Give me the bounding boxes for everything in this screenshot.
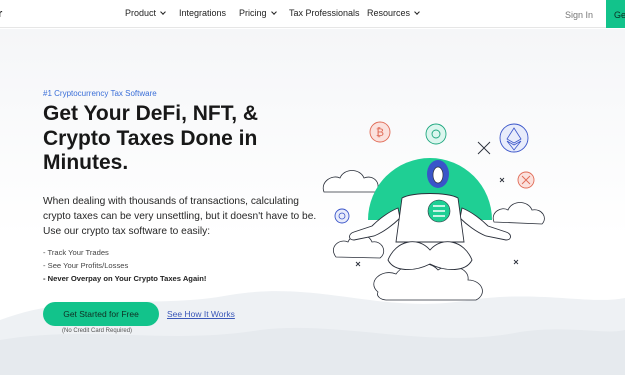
logo[interactable]: r: [0, 8, 2, 20]
nav-item-resources[interactable]: Resources: [367, 8, 420, 18]
meditating-person-illustration: ₿: [322, 121, 545, 301]
nav-item-label: Resources: [367, 8, 411, 18]
face: [432, 166, 444, 184]
feature-item: - Never Overpay on Your Crypto Taxes Aga…: [43, 274, 207, 283]
nav-item-tax-professionals[interactable]: Tax Professionals: [289, 8, 360, 18]
chevron-down-icon: [414, 8, 420, 15]
no-credit-card-note: (No Credit Card Required): [62, 328, 133, 334]
cloud-icon: [322, 170, 379, 193]
hero-headline: Get Your DeFi, NFT, & Crypto Taxes Done …: [43, 102, 259, 174]
ethereum-coin-icon: [499, 123, 529, 153]
nav-item-integrations[interactable]: Integrations: [179, 8, 226, 18]
sign-in-link[interactable]: Sign In: [565, 10, 593, 20]
nav-item-label: Tax Professionals: [289, 8, 360, 18]
crypto-badge-icon: [427, 199, 451, 223]
nav-item-pricing[interactable]: Pricing: [239, 8, 277, 18]
feature-item: - Track Your Trades: [43, 248, 109, 257]
chevron-down-icon: [160, 8, 166, 15]
svg-text:₿: ₿: [376, 127, 384, 139]
top-navigation: r Product Integrations Pricing Tax Profe…: [0, 0, 625, 28]
nav-item-label: Pricing: [239, 8, 267, 18]
cloud-icon: [373, 262, 483, 301]
nav-item-product[interactable]: Product: [125, 8, 166, 18]
get-started-nav-button[interactable]: Ge: [606, 0, 625, 28]
nav-item-label: Integrations: [179, 8, 227, 18]
chevron-down-icon: [270, 8, 277, 15]
cloud-icon: [492, 202, 545, 225]
hero-description: When dealing with thousands of transacti…: [43, 196, 317, 238]
bitcoin-coin-icon: ₿: [369, 121, 391, 143]
see-how-it-works-link[interactable]: See How It Works: [167, 309, 235, 319]
hero-tagline: #1 Cryptocurrency Tax Software: [43, 89, 157, 98]
crypto-coin-icon: [334, 208, 350, 224]
feature-list: - Track Your Trades - See Your Profits/L…: [43, 246, 206, 285]
nav-item-label: Product: [125, 8, 157, 18]
token-coin-icon: [425, 123, 447, 145]
crypto-coin-icon: [517, 171, 535, 189]
get-started-button[interactable]: Get Started for Free: [43, 302, 159, 326]
feature-item: - See Your Profits/Losses: [43, 261, 129, 270]
